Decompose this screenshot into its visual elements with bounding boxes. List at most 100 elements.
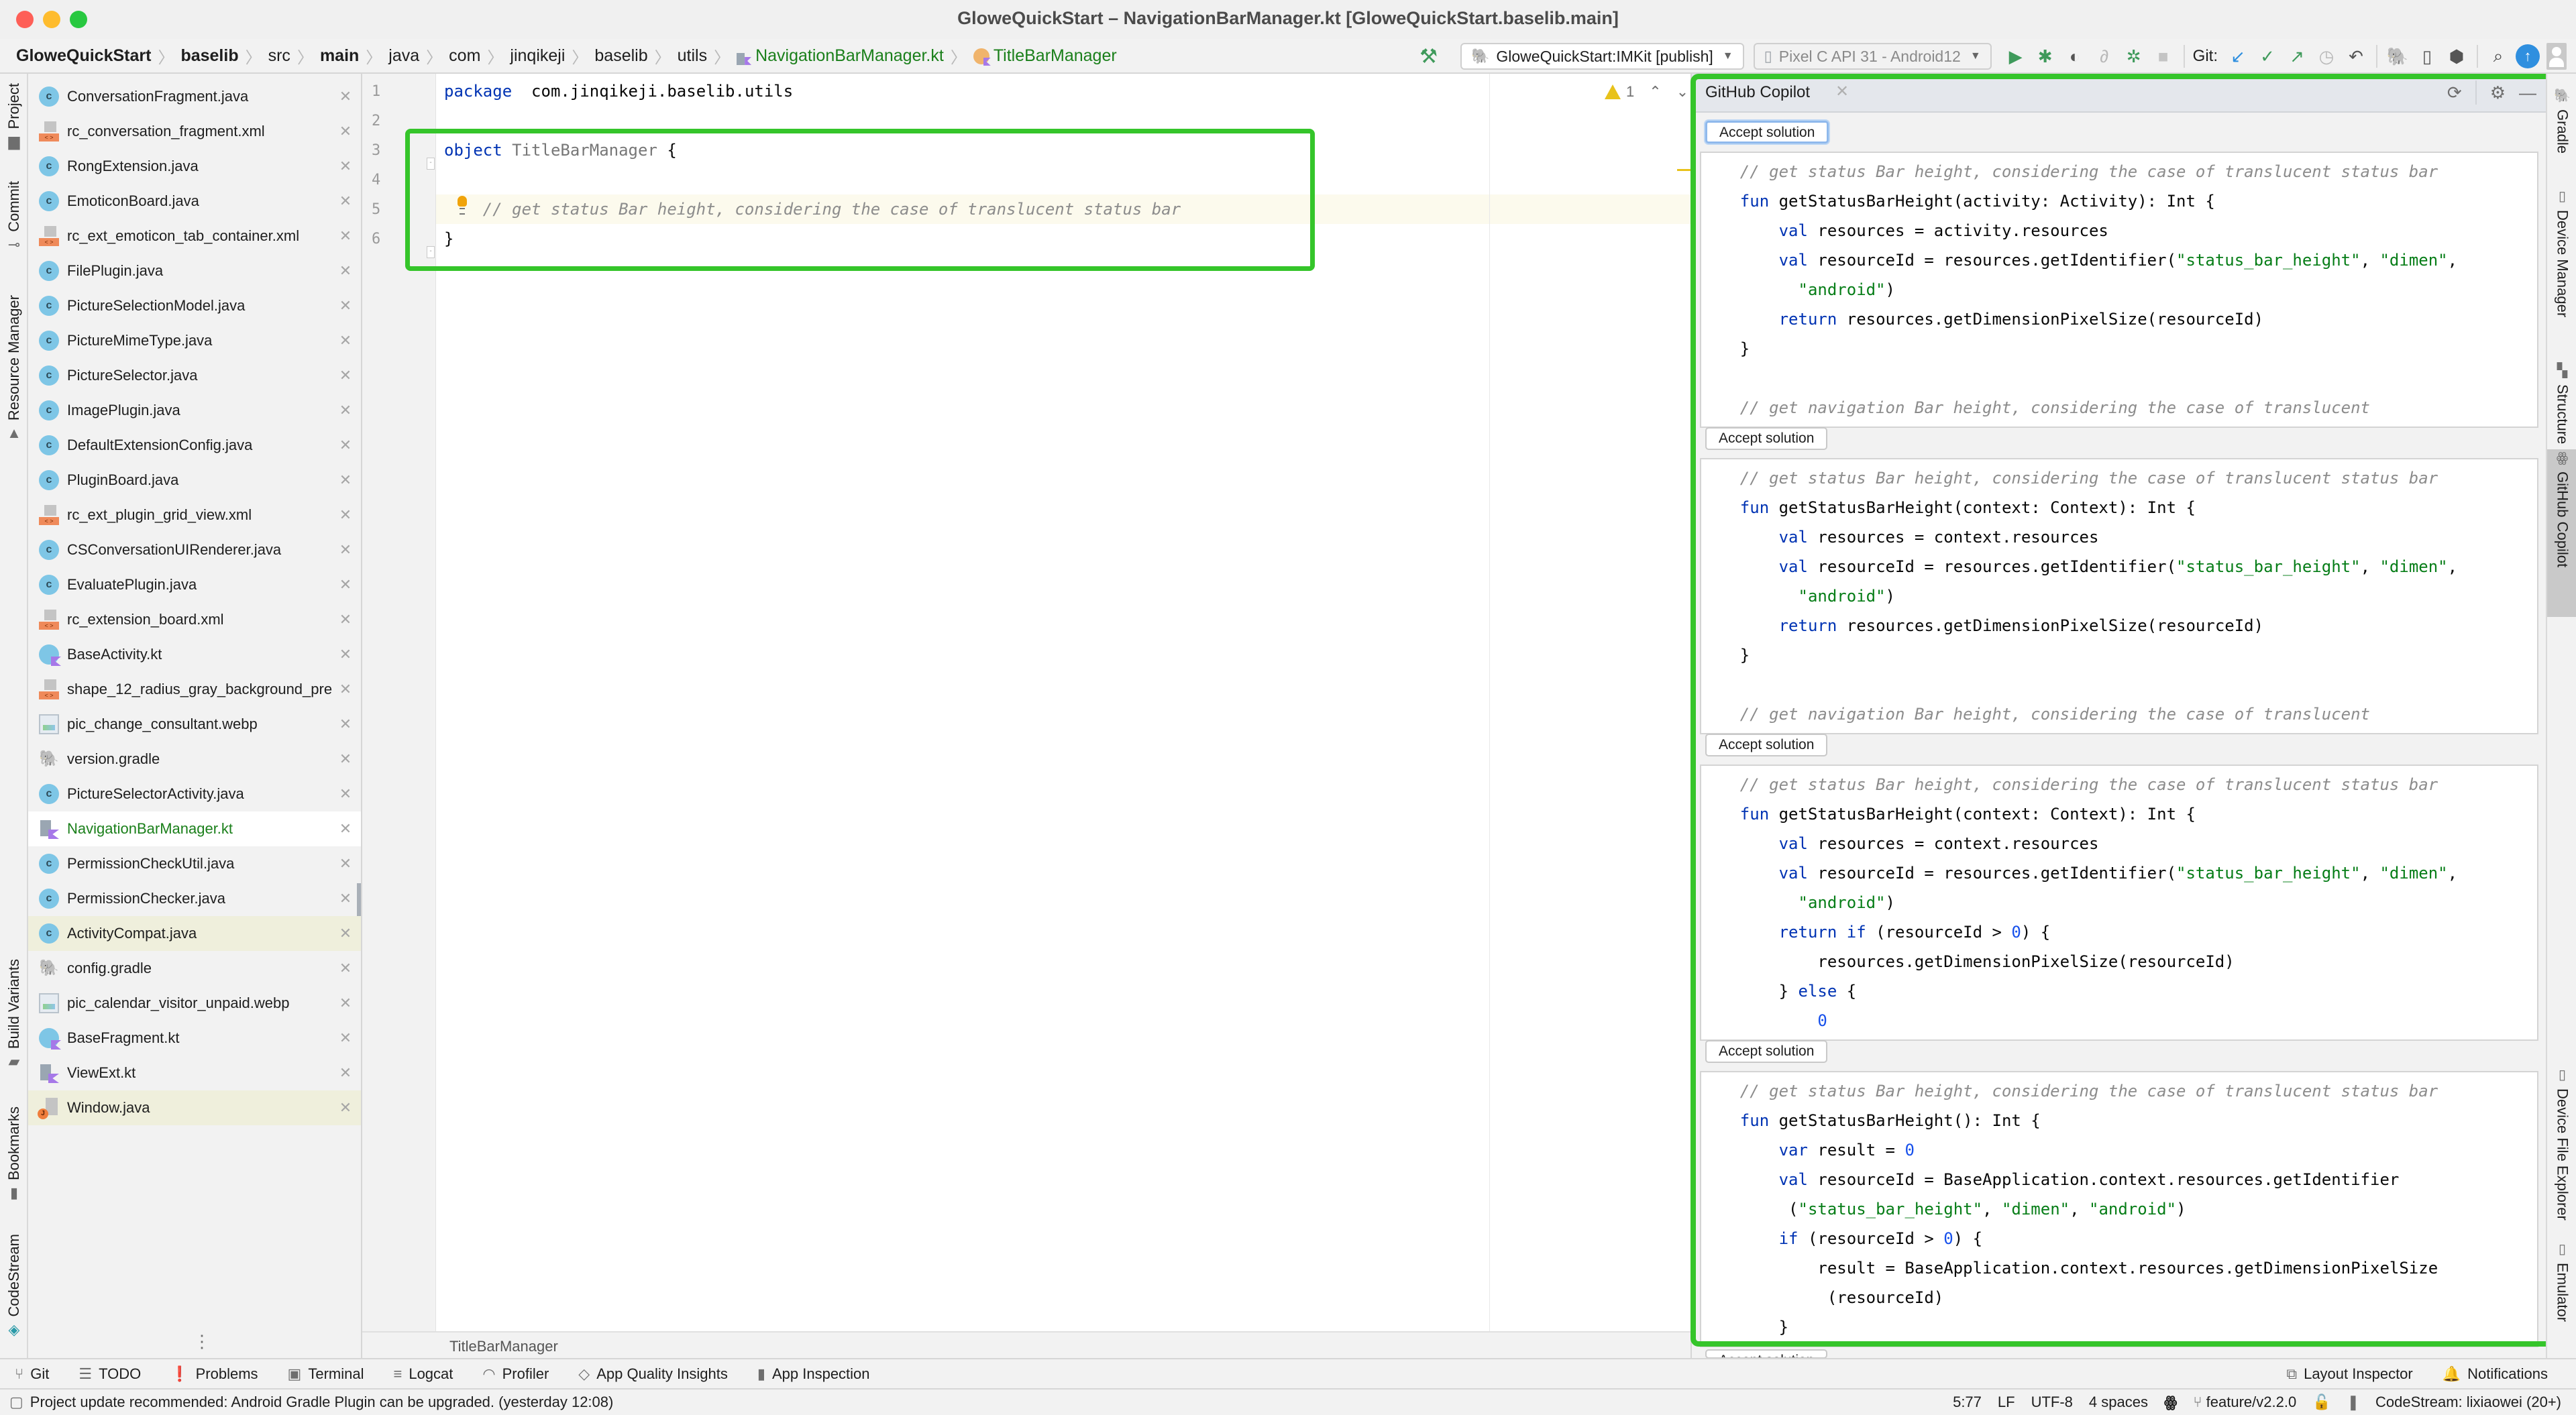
breadcrumb-item[interactable]: utils <box>678 46 707 66</box>
file-list-item[interactable]: shape_12_radius_gray_background_pre✕ <box>28 672 361 707</box>
apply-changes-icon[interactable]: ◐ <box>2060 46 2090 67</box>
file-list-item[interactable]: pic_calendar_visitor_unpaid.webp ✕ <box>28 986 361 1021</box>
update-icon[interactable]: ↑ <box>2516 44 2540 68</box>
tool-tab-codestream[interactable]: CodeStream ◈ <box>0 1234 28 1339</box>
caret-position[interactable]: 5:77 <box>1953 1394 1982 1411</box>
close-icon[interactable]: ✕ <box>335 192 356 210</box>
file-list-item[interactable]: c PictureSelectionModel.java ✕ <box>28 288 361 323</box>
avatar-icon[interactable] <box>2546 43 2567 70</box>
file-list-item[interactable]: c ActivityCompat.java ✕ <box>28 916 361 951</box>
previous-highlight-icon[interactable]: ⌃ <box>1649 83 1661 101</box>
close-icon[interactable]: ✕ <box>335 890 356 907</box>
tool-window-git[interactable]: ⑂ Git <box>15 1365 49 1383</box>
debug-icon[interactable]: ✱ <box>2031 46 2060 67</box>
close-icon[interactable]: ✕ <box>335 158 356 175</box>
close-icon[interactable]: ✕ <box>335 646 356 663</box>
file-list-item[interactable]: c EvaluatePlugin.java ✕ <box>28 567 361 602</box>
git-update-icon[interactable]: ↙ <box>2223 46 2253 67</box>
breadcrumb-item[interactable]: com <box>449 46 480 66</box>
code-line[interactable]: } <box>444 224 453 253</box>
close-icon[interactable]: ✕ <box>335 995 356 1012</box>
close-icon[interactable]: ✕ <box>335 960 356 977</box>
device-manager-icon[interactable]: ▯ <box>2412 46 2442 67</box>
code-editor[interactable]: - - 1 ⌃ ⌄ 1 package com.jinqikeji.baselib… <box>362 74 1690 1331</box>
run-configuration-select[interactable]: 🐘 GloweQuickStart:IMKit [publish] ▼ <box>1460 43 1744 70</box>
file-list-item[interactable]: NavigationBarManager.kt ✕ <box>28 811 361 846</box>
git-rollback-icon[interactable]: ↶ <box>2341 46 2371 67</box>
close-icon[interactable]: ✕ <box>335 925 356 942</box>
close-icon[interactable]: ✕ <box>335 227 356 245</box>
code-line[interactable]: object TitleBarManager { <box>444 135 677 165</box>
git-branch[interactable]: ⑂ feature/v2.2.0 <box>2193 1394 2296 1411</box>
file-list-item[interactable]: BaseActivity.kt ✕ <box>28 637 361 672</box>
file-list-item[interactable]: c ConversationFragment.java ✕ <box>28 79 361 114</box>
close-icon[interactable]: ✕ <box>335 785 356 803</box>
file-list-item[interactable]: c FilePlugin.java ✕ <box>28 253 361 288</box>
close-icon[interactable]: ✕ <box>335 506 356 524</box>
close-icon[interactable]: ✕ <box>335 437 356 454</box>
file-list-item[interactable]: rc_conversation_fragment.xml ✕ <box>28 114 361 149</box>
file-list-item[interactable]: c ImagePlugin.java ✕ <box>28 393 361 428</box>
breadcrumb-item[interactable]: baselib <box>594 46 647 66</box>
tool-tab-github-copilot[interactable]: ꙮ GitHub Copilot <box>2547 449 2576 617</box>
attach-debugger-icon[interactable]: ✲ <box>2119 46 2149 67</box>
accept-solution-button[interactable]: Accept solution <box>1705 1349 1828 1359</box>
close-icon[interactable]: ✕ <box>1835 82 1849 101</box>
warning-stripe-marker[interactable] <box>1677 169 1690 171</box>
close-icon[interactable]: ✕ <box>335 750 356 768</box>
file-list-item[interactable]: ViewExt.kt ✕ <box>28 1056 361 1090</box>
gradle-sync-icon[interactable]: 🐘 <box>2383 46 2412 67</box>
close-icon[interactable]: ✕ <box>335 88 356 105</box>
gear-icon[interactable]: ⚙ <box>2490 82 2506 103</box>
close-icon[interactable]: ✕ <box>335 123 356 140</box>
close-icon[interactable]: ✕ <box>335 681 356 698</box>
file-encoding[interactable]: UTF-8 <box>2031 1394 2073 1411</box>
close-icon[interactable]: ✕ <box>335 471 356 489</box>
breadcrumb-item[interactable]: NavigationBarManager.kt <box>737 46 944 66</box>
tool-window-notifications[interactable]: 🔔 Notifications <box>2443 1365 2548 1383</box>
close-icon[interactable]: ✕ <box>335 1099 356 1117</box>
breadcrumb-item[interactable]: baselib <box>180 46 238 66</box>
close-icon[interactable]: ✕ <box>335 716 356 733</box>
code-line[interactable]: package com.jinqikeji.baselib.utils <box>444 76 793 106</box>
tool-window-layout-inspector[interactable]: ⧉ Layout Inspector <box>2286 1365 2412 1383</box>
next-highlight-icon[interactable]: ⌄ <box>1676 83 1688 101</box>
breadcrumb-item[interactable]: TitleBarManager <box>973 46 1117 66</box>
file-list-item[interactable]: c PictureSelector.java ✕ <box>28 358 361 393</box>
close-icon[interactable]: ✕ <box>335 611 356 628</box>
tool-tab-gradle[interactable]: 🐘 Gradle <box>2547 87 2576 168</box>
accept-solution-button[interactable]: Accept solution <box>1705 734 1828 756</box>
close-icon[interactable]: ✕ <box>335 1029 356 1047</box>
stop-icon[interactable]: ■ <box>2149 46 2178 67</box>
build-hammer-icon[interactable]: ⚒ <box>1419 45 1438 68</box>
tool-tab-emulator[interactable]: ▯ Emulator <box>2547 1241 2576 1341</box>
file-list-item[interactable]: rc_ext_plugin_grid_view.xml ✕ <box>28 498 361 532</box>
breadcrumb-item[interactable]: GloweQuickStart <box>16 46 151 66</box>
file-list-item[interactable]: c DefaultExtensionConfig.java ✕ <box>28 428 361 463</box>
tool-window-problems[interactable]: ❗ Problems <box>170 1365 258 1383</box>
git-push-icon[interactable]: ↗ <box>2282 46 2312 67</box>
toggle-tool-windows-icon[interactable]: ▢ <box>9 1394 23 1411</box>
git-history-icon[interactable]: ◷ <box>2312 46 2341 67</box>
file-list-item[interactable]: pic_change_consultant.webp ✕ <box>28 707 361 742</box>
minimize-icon[interactable]: — <box>2519 82 2536 103</box>
tool-tab-device-manager[interactable]: ▯ Device Manager <box>2547 188 2576 335</box>
device-select[interactable]: ▯ Pixel C API 31 - Android12 ▼ <box>1753 43 1992 70</box>
search-icon[interactable]: ⌕ <box>2483 46 2513 67</box>
close-icon[interactable]: ✕ <box>335 332 356 349</box>
run-icon[interactable]: ▶ <box>2001 46 2031 67</box>
line-separator[interactable]: LF <box>1998 1394 2015 1411</box>
file-list-item[interactable]: c PermissionChecker.java ✕ <box>28 881 361 916</box>
tool-window-profiler[interactable]: ◠ Profiler <box>482 1365 549 1383</box>
file-list-item[interactable]: 🐘 config.gradle ✕ <box>28 951 361 986</box>
breadcrumb-item[interactable]: src <box>268 46 290 66</box>
file-list-item[interactable]: c PictureSelectorActivity.java ✕ <box>28 777 361 811</box>
refresh-icon[interactable]: ⟳ <box>2447 82 2462 103</box>
close-icon[interactable]: ✕ <box>335 262 356 280</box>
more-options-icon[interactable]: ⋮ <box>193 1331 211 1352</box>
breadcrumb-item[interactable]: main <box>320 46 359 66</box>
close-icon[interactable]: ✕ <box>335 367 356 384</box>
file-list-item[interactable]: c EmoticonBoard.java ✕ <box>28 184 361 219</box>
file-list-item[interactable]: rc_ext_emoticon_tab_container.xml ✕ <box>28 219 361 253</box>
codestream-status[interactable]: CodeStream: lixiaowei (20+) <box>2375 1394 2561 1411</box>
